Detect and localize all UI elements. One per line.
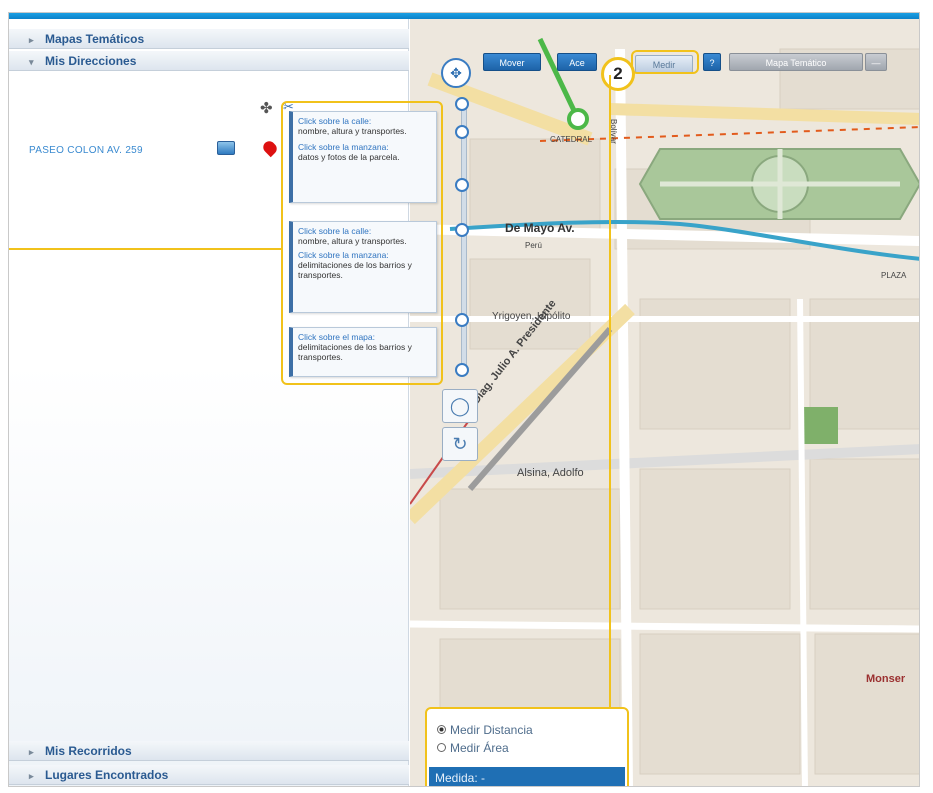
zoom-level-knob[interactable] [455, 313, 469, 327]
map-label-peru: Perú [525, 241, 542, 250]
medir-highlight [631, 50, 699, 74]
tooltip-calle-manzana: Click sobre la calle: nombre, altura y t… [289, 111, 437, 203]
tooltip-calle-barrios: Click sobre la calle: nombre, altura y t… [289, 221, 437, 313]
tooltip-blue-text: Click sobre la calle: [298, 226, 372, 236]
tooltip-blue-text: Click sobre la manzana: [298, 250, 389, 260]
radio-selected-icon [437, 725, 446, 734]
section-mis-direcciones[interactable]: ▾ Mis Direcciones [9, 51, 409, 71]
tooltip-blue-text: Click sobre el mapa: [298, 332, 376, 342]
tooltip-text: datos y fotos de la parcela. [298, 152, 400, 162]
map-label-plaza: PLAZA [881, 271, 907, 280]
saved-address[interactable]: PASEO COLON AV. 259 [29, 145, 143, 156]
measure-area-label: Medir Área [450, 741, 509, 755]
zoom-out-icon[interactable] [455, 363, 469, 377]
map-graphics [410, 37, 919, 786]
chevron-right-icon: ▸ [29, 747, 34, 757]
map-label-catedral: CATEDRAL [550, 135, 593, 144]
tooltip-text: nombre, altura y transportes. [298, 236, 407, 246]
chevron-down-icon: ▾ [29, 57, 34, 67]
zoom-slider[interactable] [461, 103, 467, 373]
map-label-alsina: Alsina, Adolfo [517, 467, 584, 479]
map-label-de-mayo: De Mayo Av. [505, 221, 575, 235]
mapa-tematico-dropdown[interactable]: — [865, 53, 887, 71]
tooltip-group-highlight: Click sobre la calle: nombre, altura y t… [281, 101, 443, 385]
map-view-icon[interactable] [217, 141, 235, 155]
section-lugares-encontrados[interactable]: ▸ Lugares Encontrados [9, 765, 409, 785]
pan-control-icon[interactable]: ✥ [441, 58, 471, 88]
measure-panel: Medir Distancia Medir Área Medida: - [425, 707, 629, 786]
measure-distance-radio[interactable]: Medir Distancia [437, 723, 533, 737]
chevron-right-icon: ▸ [29, 35, 34, 45]
callout-badge: 2 [601, 57, 635, 91]
layers-icon[interactable]: ✤ [260, 99, 273, 117]
map-label-monserrat: Monser [866, 673, 906, 685]
measure-distance-label: Medir Distancia [450, 723, 533, 737]
callout-line [609, 75, 611, 707]
zoom-level-knob[interactable] [455, 178, 469, 192]
tooltip-blue-text: Click sobre la calle: [298, 116, 372, 126]
section-mis-recorridos[interactable]: ▸ Mis Recorridos [9, 741, 409, 761]
tooltip-text: nombre, altura y transportes. [298, 126, 407, 136]
zoom-level-knob[interactable] [455, 223, 469, 237]
zoom-in-icon[interactable] [455, 97, 469, 111]
mapa-tematico-select[interactable]: Mapa Temático [729, 53, 863, 71]
measure-area-radio[interactable]: Medir Área [437, 741, 509, 755]
app-frame: ▸ Mapas Temáticos ▾ Mis Direcciones ✤ ✂ PA… [8, 12, 920, 787]
zoom-level-knob[interactable] [455, 125, 469, 139]
section-mapas-tematicos[interactable]: ▸ Mapas Temáticos [9, 29, 409, 49]
lasso-tool-icon[interactable]: ◯ [442, 389, 478, 423]
map-pin-icon[interactable] [260, 138, 280, 158]
tooltip-blue-text: Click sobre la manzana: [298, 142, 389, 152]
measure-result: Medida: - [429, 767, 625, 786]
mover-button[interactable]: Mover [483, 53, 541, 71]
tooltip-text: delimitaciones de los barrios y transpor… [298, 260, 412, 280]
callout-line [9, 248, 281, 250]
section-label: Mis Recorridos [45, 744, 132, 758]
tooltip-text: delimitaciones de los barrios y transpor… [298, 342, 412, 362]
refresh-tool-icon[interactable]: ↻ [442, 427, 478, 461]
map-canvas[interactable]: CATEDRAL De Mayo Av. Perú Yrigoyen, Hipó… [410, 19, 919, 786]
chevron-right-icon: ▸ [29, 771, 34, 781]
acercar-button[interactable]: Ace [557, 53, 597, 71]
tooltip-mapa: Click sobre el mapa: delimitaciones de l… [289, 327, 437, 377]
info-button[interactable]: ? [703, 53, 721, 71]
section-label: Mapas Temáticos [45, 32, 145, 46]
section-label: Lugares Encontrados [45, 768, 169, 782]
radio-unselected-icon [437, 743, 446, 752]
section-label: Mis Direcciones [45, 54, 137, 68]
